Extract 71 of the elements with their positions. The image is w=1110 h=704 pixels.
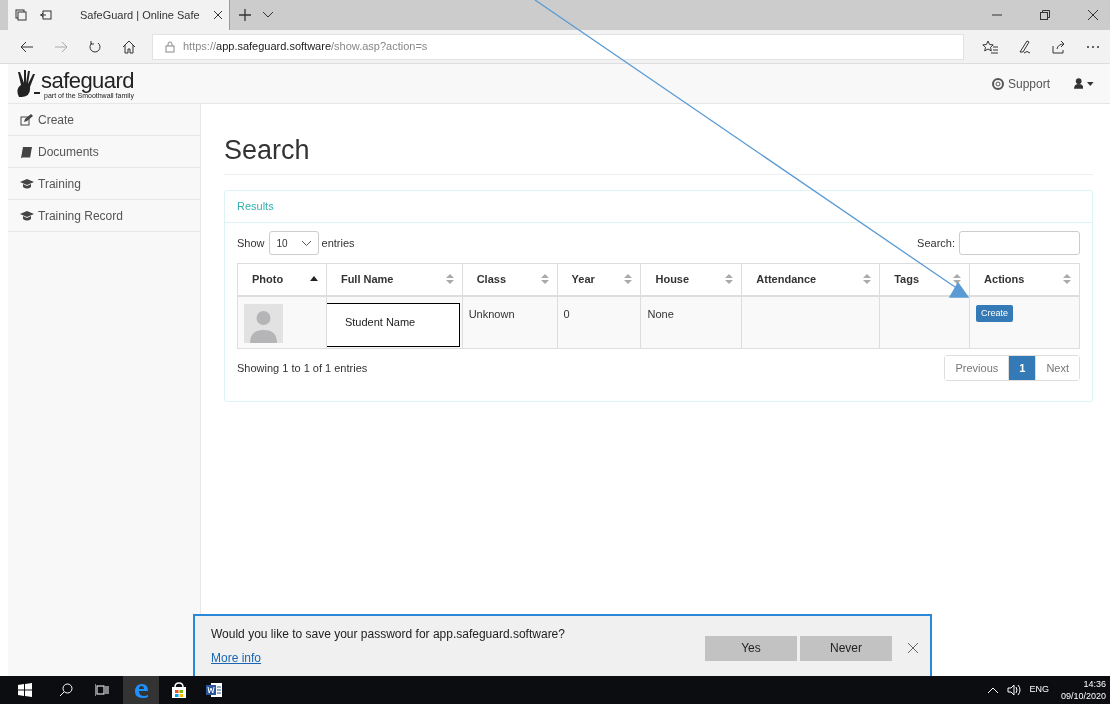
column-header[interactable]: House — [640, 263, 742, 296]
chevron-down-icon[interactable] — [262, 11, 274, 19]
create-button[interactable]: Create — [976, 304, 1014, 322]
search-field[interactable] — [959, 231, 1080, 255]
panel-title: Results — [237, 199, 274, 215]
restore-icon[interactable] — [1040, 10, 1050, 20]
entries-info: Showing 1 to 1 of 1 entries — [237, 360, 368, 376]
support-link[interactable]: Support — [991, 74, 1050, 93]
table-cell: Unknown — [462, 295, 558, 349]
column-header[interactable]: Photo — [237, 263, 327, 296]
hand-logo-icon — [16, 68, 40, 99]
logo-text: safeguard — [41, 69, 134, 92]
lifebuoy-icon — [991, 77, 1004, 90]
share-icon[interactable] — [1052, 39, 1066, 54]
sidebar-item[interactable]: Documents — [8, 136, 200, 168]
language-indicator[interactable]: ENG — [1029, 683, 1049, 697]
prompt-button[interactable]: Never — [800, 635, 892, 661]
graduation-cap-icon — [20, 177, 34, 190]
table-cell: None — [640, 295, 742, 349]
user-menu[interactable] — [1074, 76, 1094, 91]
column-header[interactable]: Class — [462, 263, 558, 296]
speaker-icon[interactable] — [1007, 684, 1022, 696]
word-document-icon[interactable] — [206, 683, 222, 697]
column-header[interactable]: Full Name — [326, 263, 463, 296]
page-title: Search — [224, 134, 311, 167]
search-label: Search: — [917, 235, 955, 251]
new-tab-icon[interactable] — [238, 8, 252, 22]
more-info-link[interactable]: More info — [211, 649, 262, 667]
column-header[interactable]: Attendance — [741, 263, 880, 296]
search-icon[interactable] — [59, 683, 73, 697]
prompt-button[interactable]: Yes — [705, 635, 797, 661]
browser-e-icon — [132, 681, 150, 699]
user-icon — [1074, 78, 1084, 89]
refresh-icon[interactable] — [88, 39, 102, 54]
windows-start-icon[interactable] — [18, 683, 32, 697]
tab-windows-icon[interactable] — [14, 9, 27, 21]
pagination-button[interactable]: 1 — [1008, 356, 1036, 380]
close-icon[interactable] — [213, 10, 223, 20]
store-bag-icon[interactable] — [171, 682, 187, 698]
more-icon[interactable] — [1086, 44, 1100, 49]
show-label: Show — [237, 235, 265, 251]
task-view-icon[interactable] — [95, 684, 109, 696]
column-header[interactable]: Actions — [969, 263, 1080, 296]
avatar-icon — [244, 303, 283, 343]
sidebar-item[interactable]: Training — [8, 168, 200, 200]
edge-taskbar-button[interactable] — [123, 676, 159, 704]
close-icon[interactable] — [908, 643, 918, 653]
back-icon[interactable] — [20, 40, 34, 53]
chevron-up-icon[interactable] — [987, 686, 1000, 694]
student-name: Student Name — [325, 302, 460, 347]
clock[interactable]: 14:36 09/10/2020 — [1060, 678, 1106, 702]
address-field[interactable]: https://app.safeguard.software/show.asp?action=s — [152, 33, 964, 60]
graduation-cap-icon — [20, 209, 34, 222]
prompt-message: Would you like to save your password for app.safeguard.software? — [211, 626, 565, 643]
chevron-down-icon — [301, 240, 311, 246]
favorites-icon[interactable] — [982, 39, 998, 54]
home-icon[interactable] — [122, 39, 136, 54]
sidebar-item[interactable]: Create — [8, 104, 200, 136]
column-header[interactable]: Year — [557, 263, 641, 296]
page-size-select[interactable]: 10 — [268, 231, 319, 255]
caret-icon — [1087, 81, 1094, 86]
table-cell: 0 — [557, 295, 641, 349]
lock-icon — [165, 40, 175, 53]
entries-label: entries — [321, 235, 355, 251]
sidebar-item[interactable]: Training Record — [8, 200, 200, 232]
pagination-button[interactable]: Next — [1035, 356, 1079, 380]
close-icon[interactable] — [1088, 10, 1098, 20]
edit-icon — [20, 113, 34, 126]
set-aside-tabs-icon[interactable] — [39, 9, 52, 21]
browser-tab[interactable]: SafeGuard | Online Safe — [58, 0, 230, 30]
pen-icon[interactable] — [1018, 39, 1032, 54]
